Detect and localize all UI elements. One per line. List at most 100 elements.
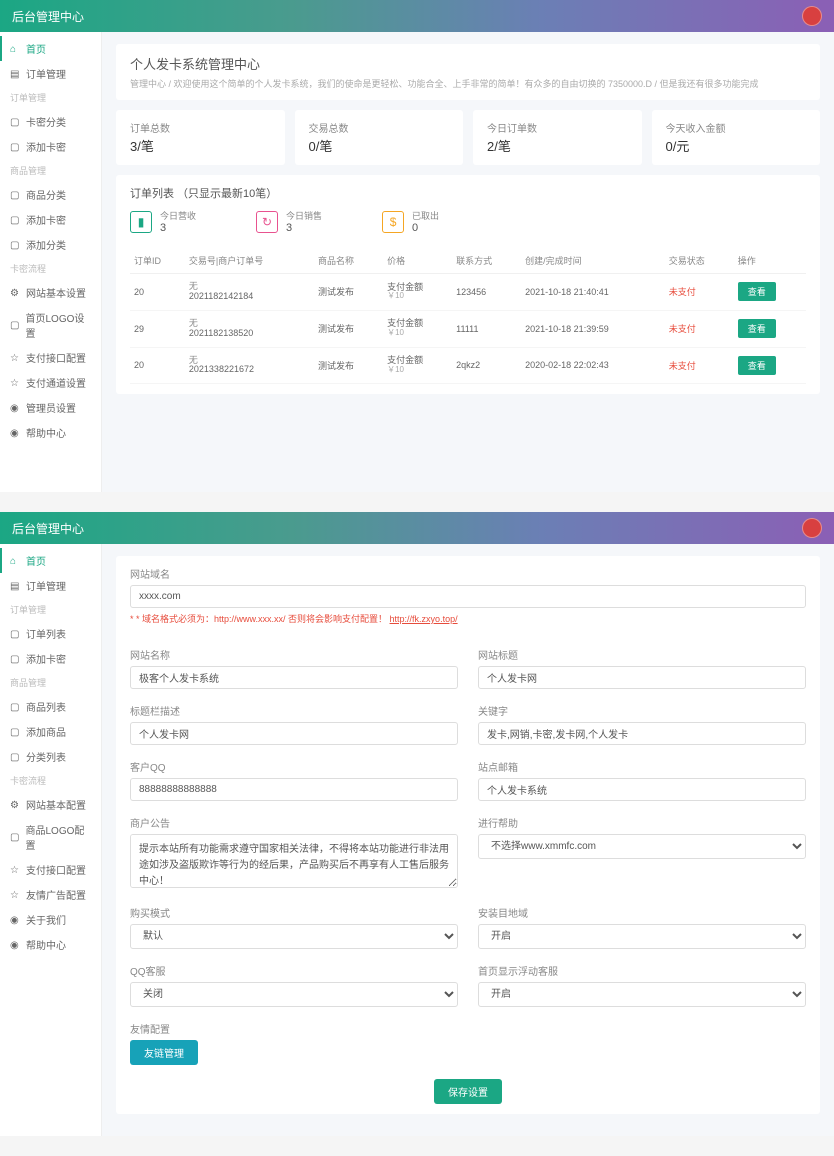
stat-value: 3/笔: [130, 136, 271, 155]
sidebar-item[interactable]: ◉关于我们: [0, 907, 101, 932]
sidebar-item-orders[interactable]: ▤订单管理: [0, 61, 101, 86]
settings-form-card: 网站域名 * * 域名格式必须为：http://www.xxx.xx/ 否则将会…: [116, 556, 820, 1114]
kf-select[interactable]: 关闭: [130, 982, 458, 1007]
sidebar-item[interactable]: ▢商品LOGO配置: [0, 817, 101, 857]
notice-textarea[interactable]: 提示本站所有功能需求遵守国家相关法律，不得将本站功能进行非法用途如涉及盗版欺诈等…: [130, 834, 458, 888]
sidebar-item[interactable]: ◉帮助中心: [0, 420, 101, 445]
sidebar-item[interactable]: ⚙网站基本设置: [0, 280, 101, 305]
qq-input[interactable]: [130, 778, 458, 801]
sitetitle-input[interactable]: [478, 666, 806, 689]
sidebar-item[interactable]: ▢添加卡密: [0, 207, 101, 232]
order-card: 订单列表 （只显示最新10笔） ▮今日营收3 ↻今日销售3 $已取出0 订单ID…: [116, 175, 820, 394]
sidebar-item[interactable]: ▤订单管理: [0, 573, 101, 598]
sidebar-item[interactable]: ☆ 友情广告配置: [0, 882, 101, 907]
plus-icon: ▢: [10, 240, 20, 250]
app-title: 后台管理中心: [12, 520, 84, 537]
plus-icon: ▢: [10, 727, 20, 737]
sidebar-item[interactable]: ▢商品列表: [0, 694, 101, 719]
sidebar-item[interactable]: ⚙ 网站基本配置: [0, 792, 101, 817]
cell-name: 测试发布: [314, 310, 383, 347]
siteurl-input[interactable]: [130, 585, 806, 608]
sidebar-item[interactable]: ☆支付接口配置: [0, 345, 101, 370]
sidebar-item[interactable]: ▢卡密分类: [0, 109, 101, 134]
cell-order: 无2021182142184: [185, 274, 314, 311]
tip-link[interactable]: http://fk.zxyo.top/: [390, 614, 458, 624]
cell-time: 2020-02-18 22:02:43: [521, 347, 665, 384]
cell-order: 无2021182138520: [185, 310, 314, 347]
help-icon: ◉: [10, 428, 20, 438]
avatar-icon[interactable]: [802, 518, 822, 538]
sidebar-section: 订单管理: [0, 86, 101, 109]
sidebar-item[interactable]: ▢首页LOGO设置: [0, 305, 101, 345]
stat-box: 今天收入金额0/元: [652, 110, 821, 165]
sitename-input[interactable]: [130, 666, 458, 689]
sidebar-item[interactable]: ▢添加卡密: [0, 134, 101, 159]
sidebar-item-label: 支付通道设置: [26, 375, 86, 390]
friendlink-button[interactable]: 友链管理: [130, 1040, 198, 1065]
cell-id: 20: [130, 274, 185, 311]
page-title: 个人发卡系统管理中心: [130, 54, 806, 73]
sidebar-item[interactable]: ☆支付接口配置: [0, 857, 101, 882]
folder-icon: ▢: [10, 752, 20, 762]
order-table: 订单ID 交易号|商户订单号 商品名称 价格 联系方式 创建/完成时间 交易状态…: [130, 248, 806, 384]
submit-button[interactable]: 保存设置: [434, 1079, 502, 1104]
avatar-icon[interactable]: [802, 6, 822, 26]
sidebar-section: 订单管理: [0, 598, 101, 621]
sidebar-item-label: 商品列表: [26, 699, 66, 714]
cell-contact: 123456: [452, 274, 521, 311]
sidebar-item-label: 商品LOGO配置: [26, 822, 92, 852]
tpl2-select[interactable]: 开启: [478, 924, 806, 949]
cell-order: 无2021338221672: [185, 347, 314, 384]
desc-input[interactable]: [130, 722, 458, 745]
field-label: 购买模式: [130, 905, 458, 920]
cell-action: 查看: [734, 310, 806, 347]
sidebar-item[interactable]: ▢添加分类: [0, 232, 101, 257]
sidebar-item[interactable]: ▢添加商品: [0, 719, 101, 744]
table-header: 订单ID: [130, 248, 185, 274]
link-icon: ☆: [10, 890, 20, 900]
field-label: 商户公告: [130, 815, 458, 830]
view-button[interactable]: 查看: [738, 319, 776, 338]
sidebar-item-label: 网站基本设置: [26, 285, 86, 300]
sidebar-item[interactable]: ▢商品分类: [0, 182, 101, 207]
sidebar-item-label: 添加卡密: [26, 212, 66, 227]
gear-icon: ⚙: [10, 800, 20, 810]
home-icon: ⌂: [10, 556, 20, 566]
stat-value: 2/笔: [487, 136, 628, 155]
order-list-title: 订单列表 （只显示最新10笔）: [130, 185, 806, 201]
view-button[interactable]: 查看: [738, 356, 776, 375]
sidebar-item-label: 首页: [26, 41, 46, 56]
sidebar-item[interactable]: ◉管理员设置: [0, 395, 101, 420]
cell-contact: 11111: [452, 310, 521, 347]
cell-action: 查看: [734, 347, 806, 384]
sidebar-item-home[interactable]: ⌂首页: [0, 36, 101, 61]
sidebar-item[interactable]: ▢添加卡密: [0, 646, 101, 671]
channel-icon: ☆: [10, 378, 20, 388]
cell-contact: 2qkz2: [452, 347, 521, 384]
table-row: 29 无2021182138520 测试发布 支付金额￥10 11111 202…: [130, 310, 806, 347]
chart-icon: ▮: [130, 211, 152, 233]
app-title: 后台管理中心: [12, 8, 84, 25]
field-label: 首页显示浮动客服: [478, 963, 806, 978]
sidebar-item-home[interactable]: ⌂首页: [0, 548, 101, 573]
field-label: 进行帮助: [478, 815, 806, 830]
cell-price: 支付金额￥10: [383, 310, 452, 347]
view-button[interactable]: 查看: [738, 282, 776, 301]
login-select[interactable]: 开启: [478, 982, 806, 1007]
sidebar-item[interactable]: ▢ 分类列表: [0, 744, 101, 769]
sidebar-item[interactable]: ☆ 支付通道设置: [0, 370, 101, 395]
sidebar-item[interactable]: ▢订单列表: [0, 621, 101, 646]
field-label: 网站域名: [130, 566, 806, 581]
key-input[interactable]: [478, 722, 806, 745]
sidebar-item-label: 友情广告配置: [26, 887, 86, 902]
cell-action: 查看: [734, 274, 806, 311]
sidebar-item-label: 分类列表: [26, 749, 66, 764]
email-input[interactable]: [478, 778, 806, 801]
cell-status: 未支付: [665, 274, 734, 311]
tpl-select[interactable]: 默认: [130, 924, 458, 949]
sidebar-item[interactable]: ◉帮助中心: [0, 932, 101, 957]
sidebar-item-label: 网站基本配置: [26, 797, 86, 812]
mini-label: 今日销售: [286, 209, 322, 222]
sidebar-item-label: 首页LOGO设置: [26, 310, 92, 340]
help-select[interactable]: 不选择www.xmmfc.com: [478, 834, 806, 859]
